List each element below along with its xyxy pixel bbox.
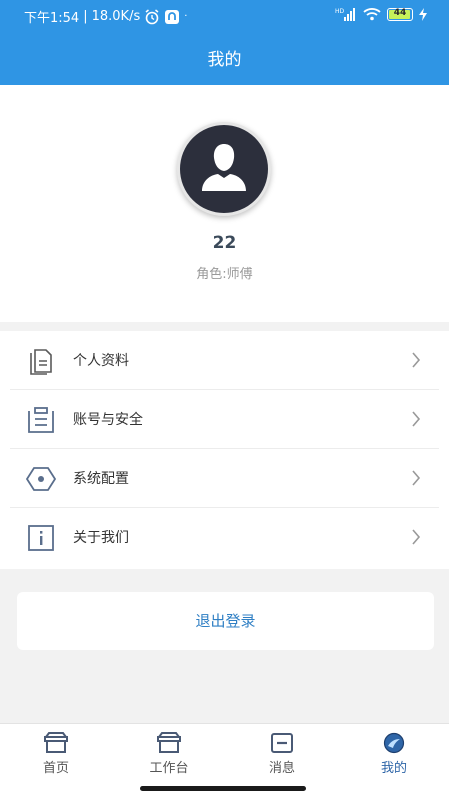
document-icon [30, 349, 52, 375]
status-dot: · [184, 11, 188, 22]
home-icon [44, 732, 68, 753]
chevron-right-icon [412, 411, 421, 427]
home-indicator [140, 786, 306, 791]
info-icon [28, 525, 54, 551]
settings-menu: 个人资料 账号与安全 系统配置 关于我们 [0, 331, 449, 569]
logout-button[interactable]: 退出登录 [17, 592, 434, 650]
tab-home[interactable]: 首页 [16, 732, 96, 776]
menu-label-about-us: 关于我们 [73, 530, 129, 546]
avatar[interactable] [177, 122, 271, 216]
app-notification-icon [165, 9, 180, 24]
chevron-right-icon [412, 529, 421, 545]
alarm-icon [145, 8, 159, 24]
status-bar: 下午1:54 | 18.0K/s · HD 44 [0, 0, 449, 30]
username: 22 [212, 233, 237, 253]
hexagon-settings-icon [26, 467, 56, 491]
status-right: HD 44 [335, 7, 427, 21]
user-silhouette-icon [202, 144, 246, 191]
profile-section: 22 角色:师傅 [0, 85, 449, 322]
tab-profile[interactable]: 我的 [354, 732, 434, 776]
tab-label-workbench: 工作台 [149, 761, 189, 776]
menu-item-account-security[interactable]: 账号与安全 [10, 390, 439, 449]
list-icon [28, 407, 54, 433]
menu-item-system-config[interactable]: 系统配置 [10, 449, 439, 508]
workbench-icon [157, 732, 181, 753]
menu-label-profile: 个人资料 [73, 353, 129, 369]
menu-label-system-config: 系统配置 [73, 471, 129, 487]
menu-label-account-security: 账号与安全 [73, 412, 143, 428]
chevron-right-icon [412, 470, 421, 486]
menu-item-profile[interactable]: 个人资料 [10, 331, 439, 390]
chevron-right-icon [412, 352, 421, 368]
battery-icon: 44 [387, 7, 413, 21]
battery-level: 44 [393, 7, 407, 18]
tab-workbench[interactable]: 工作台 [129, 732, 209, 776]
menu-item-about-us[interactable]: 关于我们 [10, 508, 439, 567]
tab-label-messages: 消息 [268, 761, 295, 776]
page-title: 我的 [207, 50, 242, 70]
wifi-icon [363, 8, 381, 21]
status-left: 下午1:54 | 18.0K/s · [24, 7, 187, 26]
status-time: 下午1:54 [24, 11, 80, 26]
profile-icon [383, 732, 405, 754]
message-icon [271, 733, 293, 753]
user-role: 角色:师傅 [196, 267, 253, 282]
network-speed: 18.0K/s [91, 9, 141, 24]
signal-icon: HD [335, 8, 355, 21]
tab-label-profile: 我的 [380, 761, 407, 776]
tab-label-home: 首页 [42, 761, 69, 776]
status-divider: | [83, 9, 88, 24]
charging-icon [419, 7, 427, 21]
tab-messages[interactable]: 消息 [242, 732, 322, 776]
title-bar: 我的 [0, 30, 449, 85]
svg-text:HD: HD [335, 8, 345, 15]
